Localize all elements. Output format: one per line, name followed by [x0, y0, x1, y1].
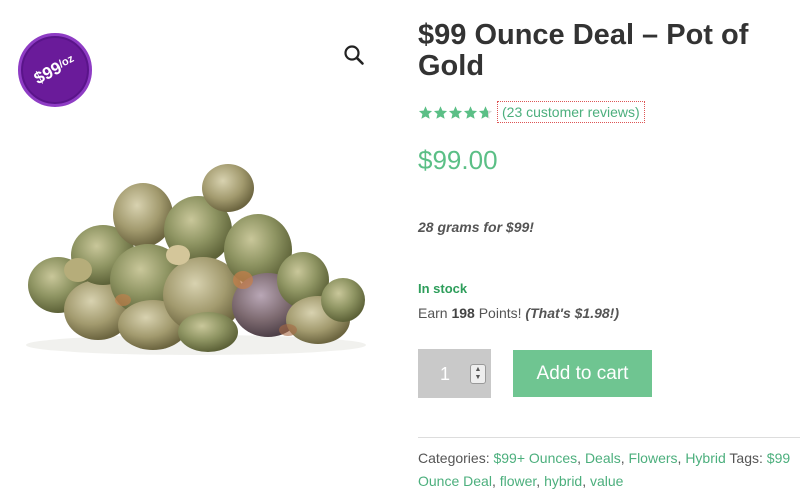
- star-icon: [433, 105, 448, 119]
- short-description: 28 grams for $99!: [418, 219, 534, 235]
- magnifier-icon[interactable]: [343, 44, 365, 66]
- price-badge: $99/oz: [18, 33, 92, 107]
- star-icon: [463, 105, 478, 119]
- star-rating: [418, 105, 493, 120]
- quantity-stepper[interactable]: 1 ▲ ▼: [418, 349, 491, 398]
- chevron-up-icon[interactable]: ▲: [475, 366, 482, 374]
- reviews-link[interactable]: (23 customer reviews): [497, 101, 645, 123]
- points-message: Earn 198 Points! (That's $1.98!): [418, 305, 619, 321]
- category-link[interactable]: $99+ Ounces: [493, 450, 577, 466]
- tag-link[interactable]: flower: [500, 473, 537, 489]
- star-icon: [418, 105, 433, 119]
- product-meta: Categories: $99+ Ounces, Deals, Flowers,…: [418, 450, 791, 489]
- star-half-icon: [478, 105, 493, 119]
- category-link[interactable]: Hybrid: [685, 450, 725, 466]
- tag-link[interactable]: value: [590, 473, 623, 489]
- add-to-cart-button[interactable]: Add to cart: [513, 350, 652, 397]
- product-gallery: $99/oz: [0, 0, 390, 502]
- product-price: $99.00: [418, 145, 498, 175]
- product-image[interactable]: [18, 160, 373, 360]
- product-rating: (23 customer reviews): [418, 100, 645, 124]
- category-link[interactable]: Deals: [585, 450, 621, 466]
- divider: [418, 437, 800, 438]
- points-amount: 198: [451, 305, 475, 321]
- quantity-spinner[interactable]: ▲ ▼: [470, 364, 486, 384]
- star-icon: [448, 105, 463, 119]
- stock-status: In stock: [418, 281, 468, 296]
- quantity-input[interactable]: 1: [440, 364, 450, 385]
- category-link[interactable]: Flowers: [629, 450, 678, 466]
- badge-unit: /oz: [57, 52, 77, 71]
- points-value: (That's $1.98!): [525, 305, 619, 321]
- categories-label: Categories:: [418, 450, 490, 466]
- product-title: $99 Ounce Deal – Pot of Gold: [418, 19, 749, 82]
- tags-label: Tags:: [729, 450, 763, 466]
- tag-link[interactable]: hybrid: [544, 473, 582, 489]
- chevron-down-icon[interactable]: ▼: [475, 374, 482, 382]
